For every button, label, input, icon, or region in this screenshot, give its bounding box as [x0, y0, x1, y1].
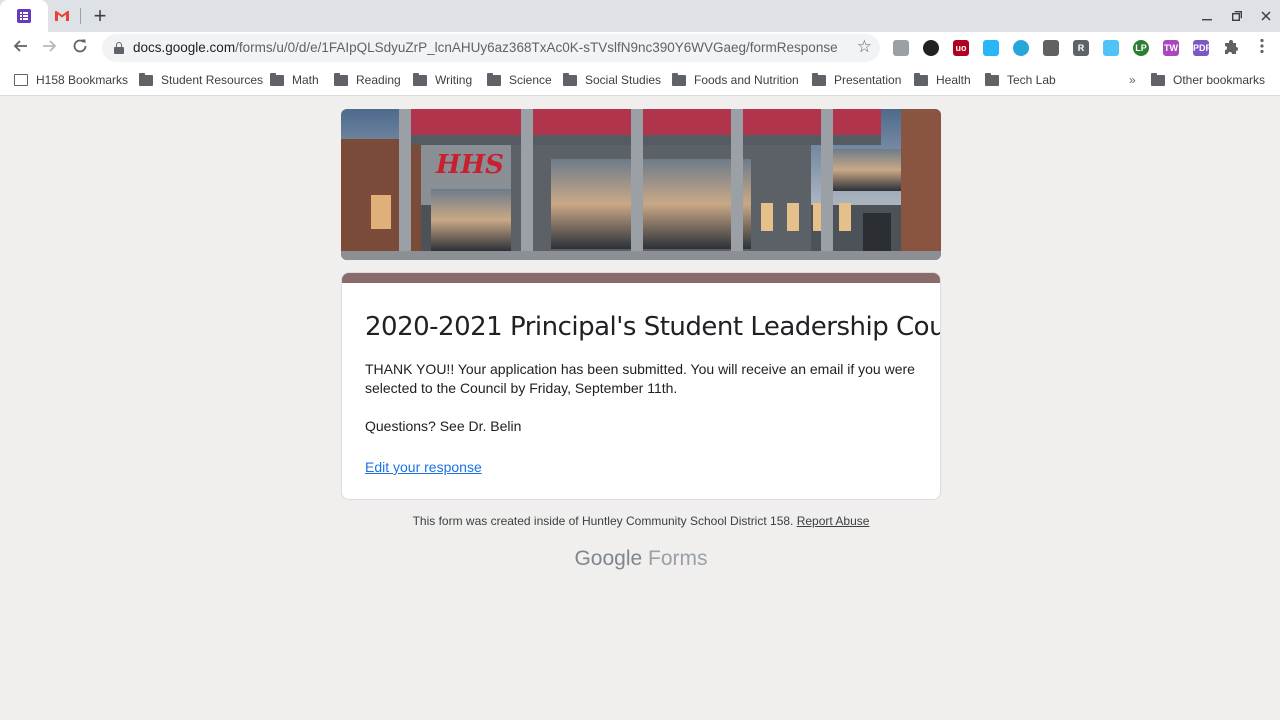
- brand-google: Google: [574, 547, 643, 570]
- form-header-image: HHS: [341, 109, 941, 260]
- browser-toolbar: docs.google.com/forms/u/0/d/e/1FAIpQLSdy…: [0, 32, 1280, 64]
- folder-icon: [270, 72, 284, 86]
- bookmark-social-studies[interactable]: Social Studies: [563, 71, 661, 89]
- bookmark-label: Other bookmarks: [1173, 73, 1266, 87]
- gmail-icon: [55, 11, 69, 21]
- pdf-extension-icon[interactable]: PDF: [1193, 40, 1211, 56]
- bookmark-label: Social Studies: [585, 73, 662, 87]
- tab-gmail[interactable]: [48, 0, 76, 32]
- lp-extension-icon[interactable]: LP: [1133, 40, 1149, 56]
- bookmark-reading[interactable]: Reading: [334, 71, 401, 89]
- bookmark-presentation[interactable]: Presentation: [812, 71, 901, 89]
- bookmark-label: H158 Bookmarks: [36, 73, 129, 87]
- copy-extension-icon[interactable]: [893, 40, 909, 56]
- banner-sign-text: HHS: [435, 150, 504, 180]
- bookmark-health[interactable]: Health: [914, 71, 971, 89]
- created-by-text: This form was created inside of Huntley …: [412, 514, 794, 528]
- questions-text: Questions? See Dr. Belin: [365, 418, 522, 434]
- bookmark-label: Health: [936, 73, 971, 87]
- kebab-menu-icon: [1260, 38, 1264, 54]
- folder-icon: [985, 72, 999, 86]
- folder-icon: [914, 72, 928, 86]
- bookmark-label: Math: [292, 73, 319, 87]
- lock-icon: [114, 42, 124, 54]
- globe-extension-icon[interactable]: [1013, 40, 1029, 56]
- restore-button[interactable]: [1227, 6, 1247, 26]
- bookmark-other-bookmarks[interactable]: Other bookmarks: [1151, 71, 1265, 89]
- confirmation-text: THANK YOU!! Your application has been su…: [365, 361, 915, 396]
- folder-icon: [487, 72, 501, 86]
- form-footer: This form was created inside of Huntley …: [0, 514, 1280, 528]
- folder-icon: [672, 72, 686, 86]
- bookmark-label: Student Resources: [161, 73, 264, 87]
- apps-icon: [14, 74, 28, 86]
- bookmark-label: Science: [509, 73, 552, 87]
- forward-button[interactable]: [38, 36, 62, 60]
- reload-icon: [73, 39, 87, 53]
- new-tab-button[interactable]: +: [88, 4, 112, 28]
- bookmark-science[interactable]: Science: [487, 71, 552, 89]
- folder-icon: [812, 72, 826, 86]
- bookmark-star-icon[interactable]: ☆: [857, 37, 872, 57]
- bookmark-extension-icon[interactable]: [983, 40, 999, 56]
- bookmarks-overflow-icon[interactable]: »: [1129, 73, 1136, 87]
- cloud-extension-icon[interactable]: [1103, 40, 1119, 56]
- tab-google-forms[interactable]: [0, 0, 48, 32]
- google-forms-logo[interactable]: Google Forms: [0, 547, 1280, 571]
- confirmation-message: THANK YOU!! Your application has been su…: [365, 360, 920, 455]
- bookmark-tech-lab[interactable]: Tech Lab: [985, 71, 1056, 89]
- tw-extension-icon[interactable]: TW: [1163, 40, 1179, 56]
- minimize-icon: [1202, 19, 1212, 21]
- bookmark-label: Tech Lab: [1007, 73, 1056, 87]
- bookmark-writing[interactable]: Writing: [413, 71, 472, 89]
- folder-icon: [1151, 72, 1165, 86]
- bookmark-label: Presentation: [834, 73, 902, 87]
- bookmark-student-resources[interactable]: Student Resources: [139, 71, 263, 89]
- back-arrow-icon: [13, 40, 27, 52]
- folder-icon: [413, 72, 427, 86]
- card-theme-bar: [342, 273, 940, 283]
- puzzle-extensions-icon[interactable]: [1223, 40, 1239, 56]
- url-text[interactable]: docs.google.com/forms/u/0/d/e/1FAIpQLSdy…: [133, 40, 838, 56]
- url-host: docs.google.com: [133, 40, 236, 55]
- ninja-extension-icon[interactable]: [923, 40, 939, 56]
- url-path: /forms/u/0/d/e/1FAIpQLSdyuZrP_lcnAHUy6az…: [235, 40, 838, 55]
- brand-forms: Forms: [648, 547, 708, 570]
- minimize-button[interactable]: [1197, 6, 1217, 26]
- close-window-button[interactable]: [1256, 6, 1276, 26]
- bookmark-h158-bookmarks[interactable]: H158 Bookmarks: [14, 71, 128, 89]
- folder-icon: [334, 72, 348, 86]
- back-button[interactable]: [8, 36, 32, 60]
- bookmark-label: Reading: [356, 73, 401, 87]
- google-forms-icon: [17, 9, 31, 23]
- confirmation-card: 2020-2021 Principal's Student Leadership…: [341, 272, 941, 500]
- bookmarks-bar: H158 Bookmarks Student Resources Math Re…: [0, 64, 1280, 96]
- bookmark-foods-and-nutrition[interactable]: Foods and Nutrition: [672, 71, 799, 89]
- tab-strip: +: [0, 0, 1280, 32]
- report-abuse-link[interactable]: Report Abuse: [797, 514, 870, 528]
- pen-extension-icon[interactable]: [1043, 40, 1059, 56]
- school-building-image: HHS: [341, 109, 941, 260]
- folder-icon: [139, 72, 153, 86]
- reload-button[interactable]: [68, 36, 92, 60]
- bookmark-label: Foods and Nutrition: [694, 73, 799, 87]
- r-extension-icon[interactable]: R: [1073, 40, 1089, 56]
- form-title: 2020-2021 Principal's Student Leadership…: [365, 312, 941, 342]
- bookmark-label: Writing: [435, 73, 473, 87]
- address-bar[interactable]: docs.google.com/forms/u/0/d/e/1FAIpQLSdy…: [102, 34, 880, 62]
- restore-icon: [1231, 11, 1242, 21]
- folder-icon: [563, 72, 577, 86]
- forward-arrow-icon: [43, 40, 57, 52]
- bookmark-math[interactable]: Math: [270, 71, 319, 89]
- close-icon: [1261, 11, 1271, 21]
- ublock-extension-icon[interactable]: uo: [953, 40, 969, 56]
- edit-response-link[interactable]: Edit your response: [365, 459, 482, 475]
- tab-separator: [80, 8, 81, 24]
- browser-menu-button[interactable]: [1250, 36, 1274, 60]
